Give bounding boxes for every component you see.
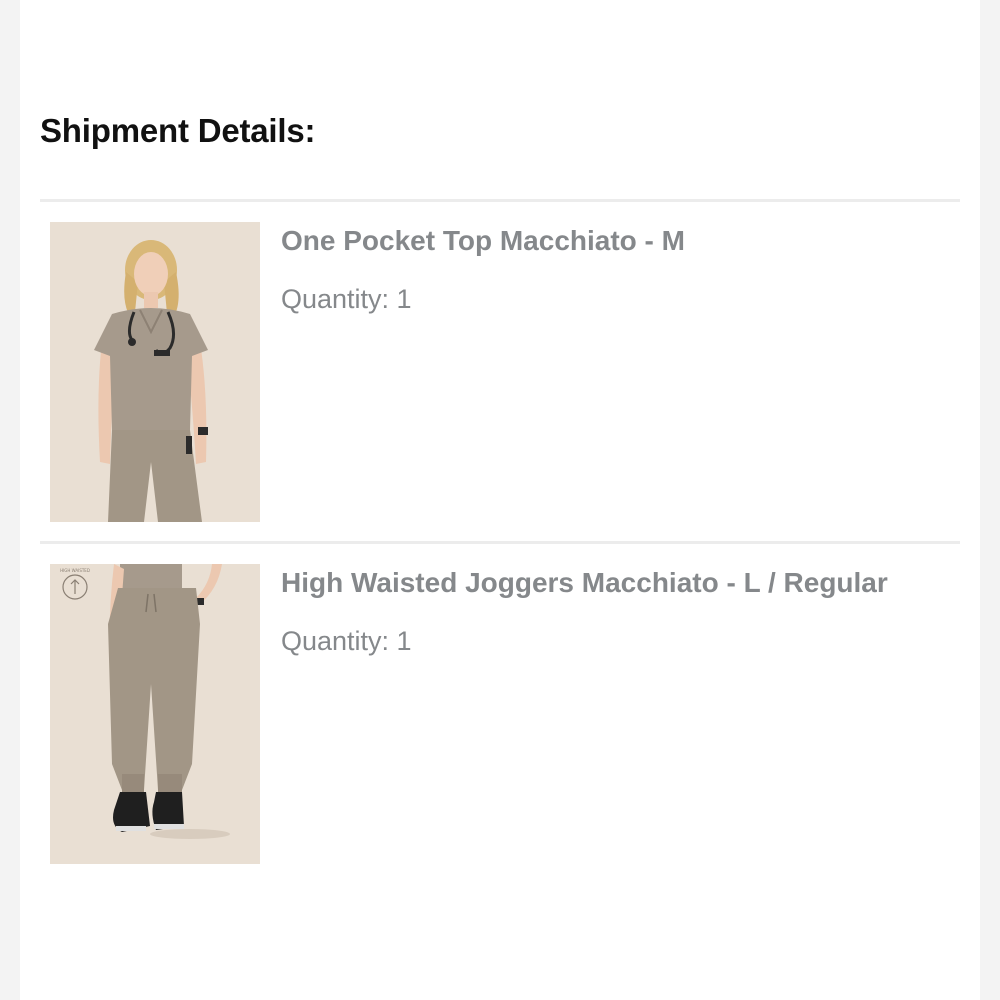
shipment-item[interactable]: HIGH WAISTED High Waisted Joggers Macchi… <box>40 564 960 864</box>
product-name[interactable]: High Waisted Joggers Macchiato - L / Reg… <box>281 567 888 599</box>
product-image[interactable]: HIGH WAISTED <box>50 564 260 864</box>
badge-label: HIGH WAISTED <box>60 568 90 573</box>
section-title: Shipment Details: <box>40 112 316 149</box>
divider <box>40 541 960 544</box>
shipment-item[interactable]: One Pocket Top Macchiato - M Quantity: 1 <box>40 222 960 522</box>
product-name[interactable]: One Pocket Top Macchiato - M <box>281 225 685 257</box>
email-body: Shipment Details: One Pocket Top Macchia… <box>20 0 980 1000</box>
product-photo-joggers-icon: HIGH WAISTED <box>50 564 260 864</box>
divider <box>40 199 960 202</box>
product-photo-scrub-top-icon <box>50 222 260 522</box>
product-image[interactable] <box>50 222 260 522</box>
product-quantity: Quantity: 1 <box>281 284 412 314</box>
product-quantity: Quantity: 1 <box>281 626 412 656</box>
